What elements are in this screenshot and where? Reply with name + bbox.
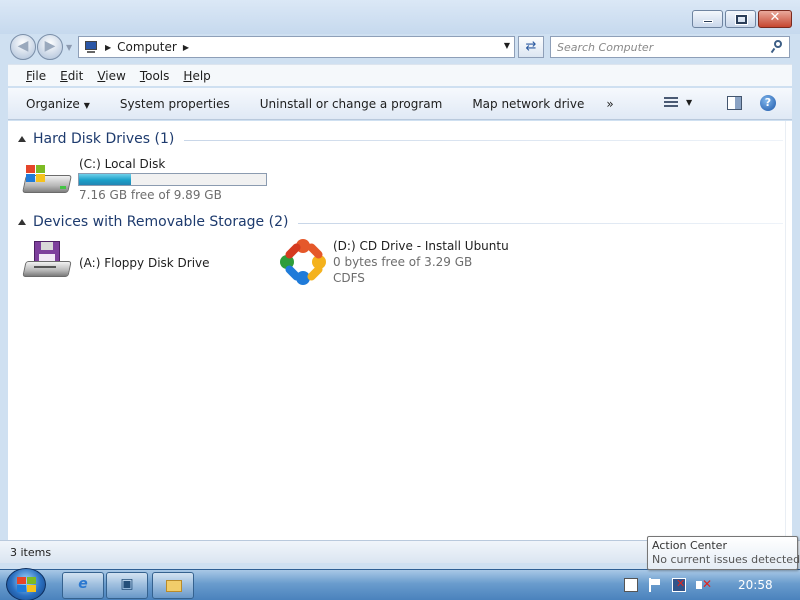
breadcrumb-arrow-icon[interactable]: ▶ <box>105 43 111 52</box>
capacity-bar-fill <box>79 174 131 185</box>
drive-item-a[interactable]: (A:) Floppy Disk Drive <box>22 239 242 287</box>
drive-item-c[interactable]: (C:) Local Disk 7.16 GB free of 9.89 GB <box>22 153 272 205</box>
taskbar-server-manager[interactable]: ▣ <box>106 572 148 599</box>
nav-buttons: ◀ ▶ ▼ <box>10 34 78 60</box>
network-disconnected-icon[interactable]: ✕ <box>672 577 686 592</box>
search-icon[interactable] <box>770 40 783 54</box>
organize-label: Organize <box>26 96 80 111</box>
recent-pages-dropdown[interactable]: ▼ <box>66 43 72 52</box>
group-header-removable-storage[interactable]: Devices with Removable Storage (2) <box>8 212 783 232</box>
refresh-icon: ⇄ <box>525 39 537 54</box>
more-commands-button[interactable]: » <box>606 97 613 111</box>
start-button[interactable] <box>6 568 46 600</box>
close-icon: ✕ <box>769 10 781 25</box>
change-view-button[interactable]: ▼ <box>664 96 698 112</box>
menu-help[interactable]: Help <box>183 69 210 83</box>
breadcrumb-arrow-icon[interactable]: ▶ <box>183 43 189 52</box>
menu-tools[interactable]: Tools <box>140 69 170 83</box>
caption-buttons: ✕ <box>692 10 792 28</box>
help-icon: ? <box>764 96 772 109</box>
taskbar: e ▣ ✕ ✕ 20:58 <box>0 568 800 600</box>
menu-bar: File Edit View Tools Help <box>8 64 792 86</box>
drive-free-space: 7.16 GB free of 9.89 GB <box>79 188 222 202</box>
preview-pane-button[interactable] <box>727 96 742 110</box>
taskbar-internet-explorer[interactable]: e <box>62 572 104 599</box>
tooltip-body: No current issues detected <box>652 553 800 566</box>
windows-logo-icon <box>17 577 37 594</box>
forward-button[interactable]: ▶ <box>37 34 63 60</box>
view-details-icon <box>664 97 678 109</box>
system-properties-button[interactable]: System properties <box>120 97 230 111</box>
drive-name: (D:) CD Drive - Install Ubuntu <box>333 239 509 253</box>
action-center-flag-icon[interactable] <box>648 578 662 592</box>
taskbar-clock[interactable]: 20:58 <box>738 578 773 592</box>
internet-explorer-icon: e <box>78 576 88 592</box>
help-button[interactable]: ? <box>760 95 776 111</box>
notification-area: ✕ ✕ 20:58 <box>616 570 800 600</box>
drive-name: (C:) Local Disk <box>79 157 166 171</box>
uninstall-program-button[interactable]: Uninstall or change a program <box>260 97 443 111</box>
windows-explorer-icon <box>166 580 182 592</box>
content-edge <box>785 121 792 540</box>
status-item-count: 3 items <box>10 546 52 559</box>
title-bar[interactable]: ✕ <box>0 0 800 34</box>
action-center-tooltip: Action Center No current issues detected <box>647 536 800 570</box>
search-box[interactable] <box>550 36 790 58</box>
collapse-arrow-icon[interactable] <box>18 136 26 142</box>
drive-item-d[interactable]: (D:) CD Drive - Install Ubuntu 0 bytes f… <box>278 237 518 289</box>
chevron-down-icon: ▼ <box>83 100 90 110</box>
capacity-bar <box>78 173 267 186</box>
back-button[interactable]: ◀ <box>10 34 36 60</box>
explorer-window: ✕ ◀ ▶ ▼ ▶ Computer ▶ ▼ ⇄ File Edit View … <box>0 0 800 569</box>
address-dropdown-icon[interactable]: ▼ <box>504 41 510 50</box>
back-arrow-icon: ◀ <box>17 38 29 54</box>
group-title: Devices with Removable Storage (2) <box>33 214 289 230</box>
floppy-drive-icon <box>22 241 72 281</box>
menu-view[interactable]: View <box>97 69 125 83</box>
tooltip-title: Action Center <box>652 539 727 552</box>
close-button[interactable]: ✕ <box>758 10 792 28</box>
navigation-bar: ◀ ▶ ▼ ▶ Computer ▶ ▼ ⇄ <box>0 34 800 60</box>
search-input[interactable] <box>557 37 767 57</box>
minimize-icon <box>703 20 713 23</box>
map-network-drive-button[interactable]: Map network drive <box>472 97 584 111</box>
windows-logo-icon <box>26 165 46 183</box>
group-title: Hard Disk Drives (1) <box>33 131 175 147</box>
server-manager-icon: ▣ <box>120 576 134 592</box>
content-pane[interactable]: Hard Disk Drives (1) (C:) Local Disk 7.1… <box>8 121 785 540</box>
maximize-button[interactable] <box>725 10 756 28</box>
ubuntu-cd-icon <box>280 239 326 285</box>
menu-file[interactable]: File <box>26 69 46 83</box>
drive-filesystem: CDFS <box>333 271 365 285</box>
menu-edit[interactable]: Edit <box>60 69 83 83</box>
drive-name: (A:) Floppy Disk Drive <box>79 256 210 270</box>
computer-icon <box>83 40 99 54</box>
hard-disk-icon <box>22 161 72 197</box>
drive-free-space: 0 bytes free of 3.29 GB <box>333 255 473 269</box>
group-header-hard-disk-drives[interactable]: Hard Disk Drives (1) <box>8 129 783 149</box>
forward-arrow-icon: ▶ <box>44 38 56 54</box>
volume-muted-icon[interactable]: ✕ <box>696 577 712 592</box>
chevron-down-icon: ▼ <box>686 98 693 107</box>
minimize-button[interactable] <box>692 10 723 28</box>
taskbar-windows-explorer[interactable] <box>152 572 194 599</box>
command-bar: Organize ▼ System properties Uninstall or… <box>8 88 792 120</box>
address-bar[interactable]: ▶ Computer ▶ ▼ <box>78 36 515 58</box>
group-divider <box>298 222 783 224</box>
organize-button[interactable]: Organize ▼ <box>26 97 90 111</box>
document-icon[interactable] <box>624 578 638 592</box>
group-divider <box>184 139 783 141</box>
collapse-arrow-icon[interactable] <box>18 219 26 225</box>
refresh-button[interactable]: ⇄ <box>518 36 544 58</box>
breadcrumb-computer[interactable]: Computer <box>117 40 177 54</box>
maximize-icon <box>736 15 747 24</box>
